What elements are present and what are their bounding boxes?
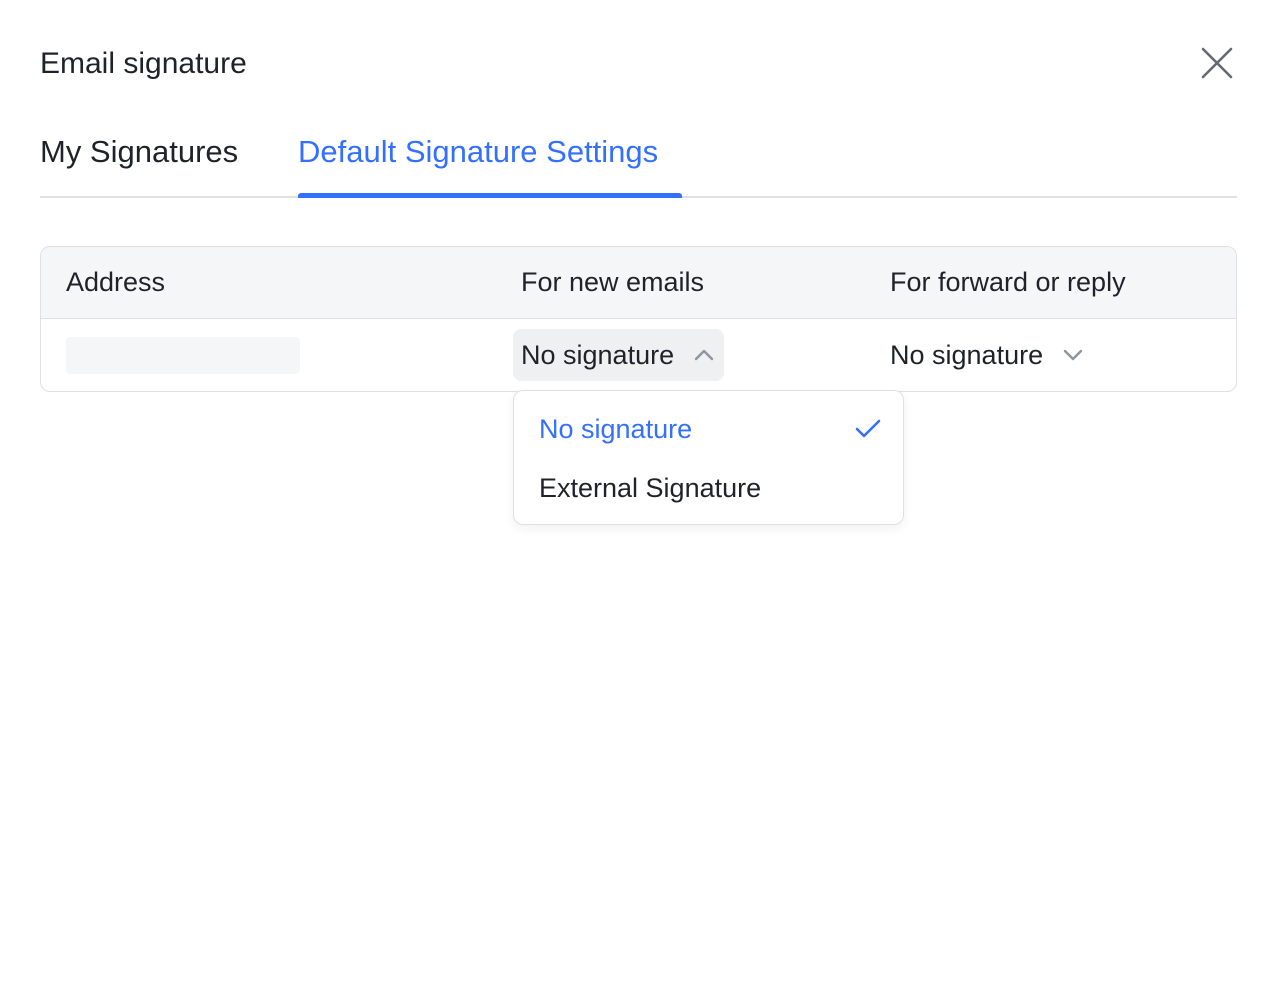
new-emails-select[interactable]: No signature [513, 329, 724, 381]
column-header-forward-reply: For forward or reply [890, 267, 1126, 297]
forward-reply-select[interactable]: No signature [890, 329, 1100, 381]
dropdown-option-label: External Signature [539, 473, 762, 503]
check-icon [855, 419, 881, 438]
table-row: No signature No signature [41, 319, 1236, 391]
close-button[interactable] [1196, 42, 1238, 84]
dropdown-option-no-signature[interactable]: No signature [514, 401, 903, 457]
column-header-new-emails: For new emails [521, 267, 705, 297]
chevron-down-icon [1063, 349, 1083, 361]
tab-default-signature-settings[interactable]: Default Signature Settings [298, 132, 658, 172]
tab-my-signatures[interactable]: My Signatures [40, 132, 238, 172]
email-signature-dialog: Email signature My Signatures Default Si… [0, 0, 1280, 1003]
chevron-up-icon [694, 349, 714, 361]
tab-bar: My Signatures Default Signature Settings [40, 118, 1237, 198]
dropdown-option-external-signature[interactable]: External Signature [514, 460, 903, 516]
table-header: Address For new emails For forward or re… [41, 247, 1236, 319]
address-value [66, 337, 300, 374]
close-icon [1201, 47, 1233, 79]
column-header-address: Address [66, 267, 166, 297]
forward-reply-select-value: No signature [890, 340, 1044, 370]
new-emails-dropdown-menu: No signature External Signature [513, 390, 904, 525]
active-tab-indicator [298, 193, 682, 198]
dialog-title: Email signature [40, 47, 247, 80]
dropdown-option-label: No signature [539, 414, 693, 444]
signature-settings-table: Address For new emails For forward or re… [40, 246, 1237, 392]
new-emails-select-value: No signature [521, 340, 675, 370]
